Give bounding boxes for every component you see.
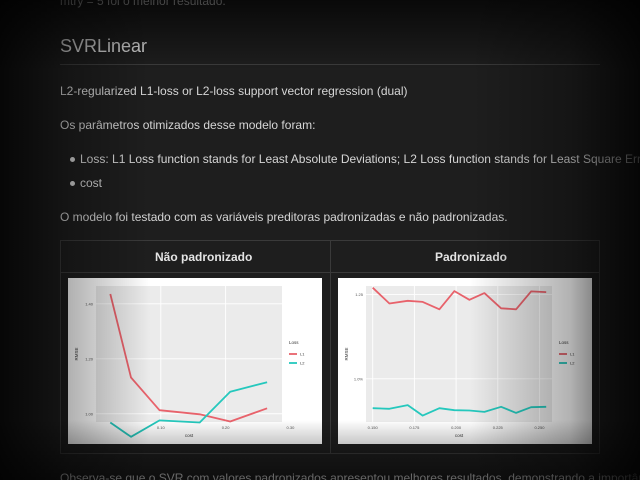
y-tick-label: 1.40 [85, 301, 94, 306]
y-tick-label: 1.00 [85, 411, 94, 416]
x-tick-label: 0.200 [451, 425, 462, 430]
param-list-item-cost: cost [80, 176, 103, 190]
chart-standardized: 1.0% 1.25 0.150 0.175 0.200 0.225 0.250 cost RMS… [338, 278, 592, 444]
legend-title: Loss [289, 340, 299, 345]
params-intro-text: Os parâmetros otimizados desse modelo fo… [60, 118, 316, 132]
conclusion-text: Observa-se que o SVR com valores padroni… [60, 471, 640, 480]
x-tick-label: 0.175 [409, 425, 420, 430]
y-tick-label: 1.25 [355, 292, 364, 297]
chart-unstandardized-svg: 1.00 1.20 1.40 0.10 0.20 0.30 cost RMSE Loss L1 L2 [74, 286, 305, 438]
legend-title: Loss [559, 340, 569, 345]
legend-label: L1 [570, 352, 575, 357]
prev-paragraph-text: mtry = 5 foi o melhor resultado. [60, 0, 226, 8]
y-axis-label: RMSE [344, 347, 349, 360]
table-header-unstandardized: Não padronizado [155, 250, 253, 264]
legend-label: L2 [300, 361, 305, 366]
param-list-item-loss: Loss: L1 Loss function stands for Least … [80, 152, 640, 166]
tested-text: O modelo foi testado com as variáveis pr… [60, 210, 508, 224]
x-axis-label: cost [185, 433, 194, 438]
bullet-icon [70, 157, 75, 162]
table-header-divider [60, 272, 600, 273]
chart-unstandardized: 1.00 1.20 1.40 0.10 0.20 0.30 cost RMSE Loss L1 L2 [68, 278, 322, 444]
title-divider [60, 64, 600, 65]
document-page: mtry = 5 foi o melhor resultado. SVRLine… [0, 0, 640, 480]
plot-panel [366, 286, 552, 422]
x-tick-label: 0.225 [493, 425, 504, 430]
table-header-standardized: Padronizado [435, 250, 508, 264]
plot-panel [96, 286, 282, 422]
x-tick-label: 0.20 [222, 425, 231, 430]
chart-standardized-svg: 1.0% 1.25 0.150 0.175 0.200 0.225 0.250 cost RMS… [344, 286, 575, 438]
x-axis-label: cost [455, 433, 464, 438]
y-axis-label: RMSE [74, 347, 79, 360]
section-title: SVRLinear [60, 36, 148, 56]
bullet-icon [70, 181, 75, 186]
x-tick-label: 0.10 [157, 425, 166, 430]
legend-label: L1 [300, 352, 305, 357]
x-tick-label: 0.30 [287, 425, 296, 430]
y-tick-label: 1.0% [354, 376, 364, 381]
x-tick-label: 0.150 [368, 425, 379, 430]
description-text: L2-regularized L1-loss or L2-loss suppor… [60, 84, 408, 98]
legend-label: L2 [570, 361, 575, 366]
x-tick-label: 0.250 [534, 425, 545, 430]
y-tick-label: 1.20 [85, 356, 94, 361]
